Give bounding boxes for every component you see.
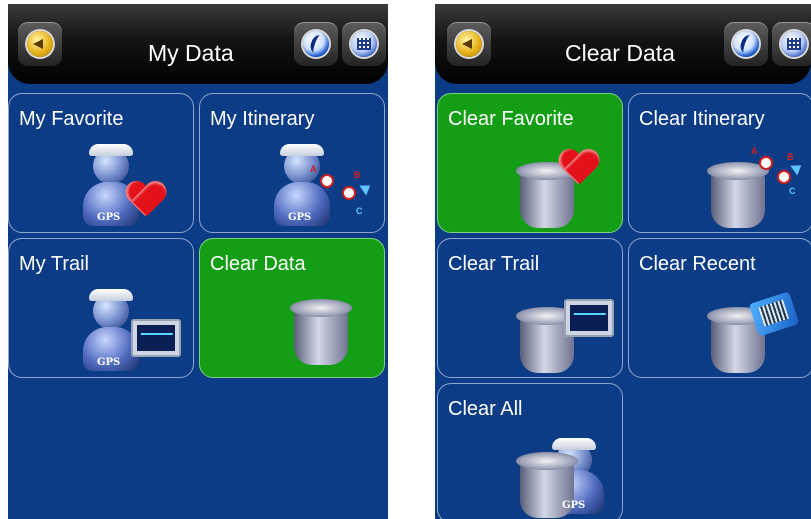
tile-my-favorite[interactable]: My Favorite GPS	[8, 93, 194, 233]
swirl-icon	[733, 31, 759, 57]
swirl-icon	[303, 31, 329, 57]
tile-clear-favorite[interactable]: Clear Favorite	[437, 93, 623, 233]
tile-label: Clear Recent	[639, 253, 756, 275]
tile-clear-trail[interactable]: Clear Trail	[437, 238, 623, 378]
back-button[interactable]	[18, 22, 62, 66]
tile-clear-itinerary[interactable]: Clear Itinerary A B C	[628, 93, 811, 233]
grid-button[interactable]	[772, 22, 811, 66]
gps-person-monitor-icon: GPS	[79, 287, 195, 377]
trash-bin-icon	[286, 295, 366, 375]
tile-label: Clear Itinerary	[639, 108, 765, 130]
bin-heart-icon	[512, 146, 612, 232]
tile-label: Clear Favorite	[448, 108, 574, 130]
tile-label: My Itinerary	[210, 108, 315, 130]
tile-label: Clear All	[448, 398, 523, 420]
tile-clear-all[interactable]: Clear All GPS	[437, 383, 623, 519]
my-data-screen: My Data My Favorite GPS My Itinerary GPS…	[8, 4, 388, 519]
back-icon	[27, 31, 53, 57]
swirl-button[interactable]	[724, 22, 768, 66]
back-icon	[456, 31, 482, 57]
tile-label: Clear Data	[210, 253, 306, 275]
tile-label: My Favorite	[19, 108, 124, 130]
tile-clear-recent[interactable]: Clear Recent	[628, 238, 811, 378]
bin-route-icon: A B C	[703, 146, 807, 232]
bin-monitor-icon	[512, 291, 622, 377]
bin-gps-person-icon: GPS	[512, 436, 616, 519]
bin-book-icon	[703, 291, 811, 377]
back-button[interactable]	[447, 22, 491, 66]
swirl-button[interactable]	[294, 22, 338, 66]
tile-clear-data[interactable]: Clear Data	[199, 238, 385, 378]
tile-label: My Trail	[19, 253, 89, 275]
grid-button[interactable]	[342, 22, 386, 66]
page-title: My Data	[148, 40, 234, 66]
gps-person-route-icon: GPS A B C	[270, 142, 382, 232]
grid-icon	[781, 31, 807, 57]
clear-data-screen: Clear Data Clear Favorite Clear Itinerar…	[435, 4, 811, 519]
gps-person-heart-icon: GPS	[79, 142, 189, 232]
grid-icon	[351, 31, 377, 57]
title-bar: Clear Data	[435, 4, 811, 84]
tile-label: Clear Trail	[448, 253, 540, 275]
gps-badge: GPS	[97, 212, 121, 223]
title-bar: My Data	[8, 4, 388, 84]
gps-badge: GPS	[562, 500, 586, 511]
tile-my-trail[interactable]: My Trail GPS	[8, 238, 194, 378]
page-title: Clear Data	[565, 40, 675, 66]
gps-badge: GPS	[288, 212, 312, 223]
tile-my-itinerary[interactable]: My Itinerary GPS A B C	[199, 93, 385, 233]
gps-badge: GPS	[97, 357, 121, 368]
